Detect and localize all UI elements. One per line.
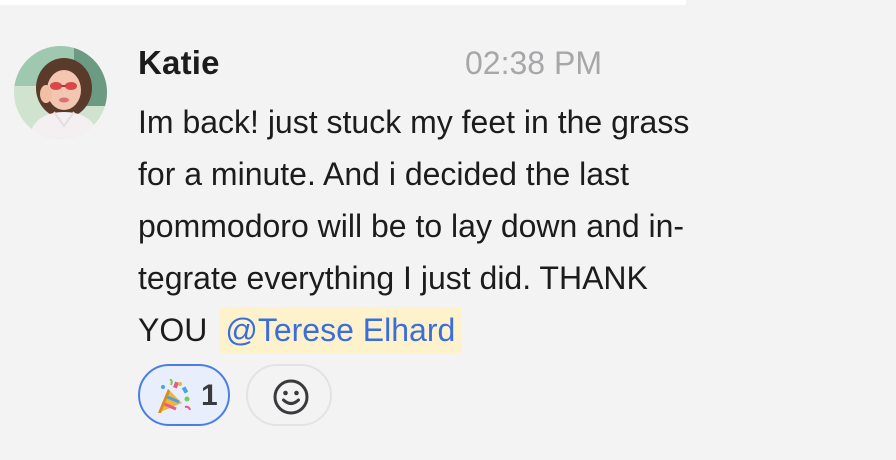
party-popper-icon: [154, 378, 192, 415]
smiley-add-icon: [273, 379, 309, 415]
message-body: Im back! just stuck my feet in the grass…: [138, 96, 838, 356]
message-timestamp[interactable]: 02:38 PM: [465, 45, 602, 82]
add-reaction-button[interactable]: [246, 364, 332, 426]
message-line: tegrate everything I just did. THANK: [138, 260, 648, 296]
chat-message: Katie 02:38 PM Im back! just stuck my fe…: [0, 0, 896, 460]
message-line: Im back! just stuck my feet in the grass: [138, 104, 690, 140]
message-line: pommodoro will be to lay down and in-: [138, 208, 685, 244]
message-line-text: YOU: [138, 312, 208, 348]
reaction-party-popper[interactable]: 1: [138, 364, 230, 426]
author-name[interactable]: Katie: [138, 44, 220, 82]
message-line: for a minute. And i decided the last: [138, 156, 629, 192]
message-header: Katie 02:38 PM: [138, 40, 658, 84]
reaction-count: 1: [201, 379, 218, 412]
user-mention[interactable]: @Terese Elhard: [219, 307, 462, 353]
reactions-bar: 1: [138, 364, 438, 428]
user-avatar-photo-icon: [14, 46, 107, 139]
message-line-last: YOU @Terese Elhard: [138, 304, 838, 356]
avatar[interactable]: [14, 46, 107, 139]
